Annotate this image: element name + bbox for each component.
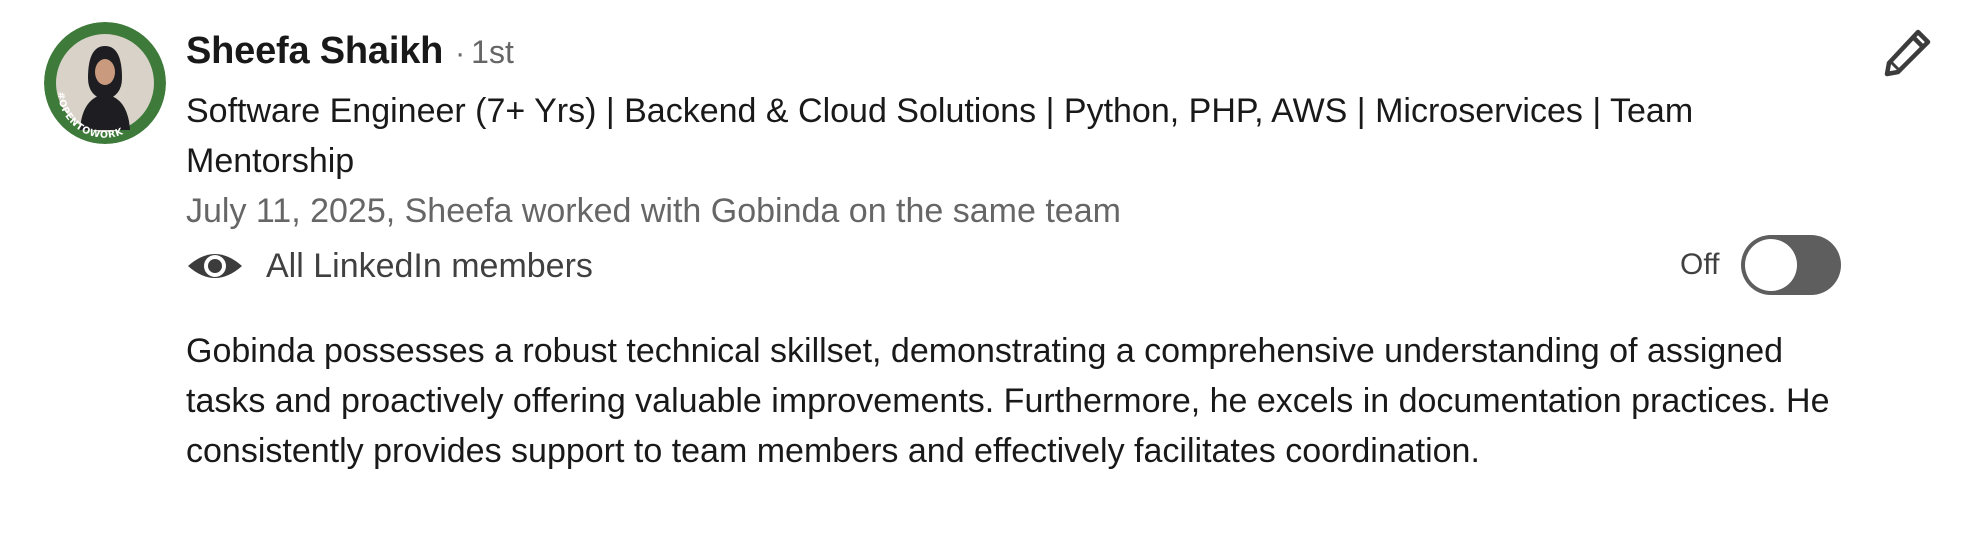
- edit-recommendation-button[interactable]: [1880, 26, 1936, 82]
- recommender-header: Sheefa Shaikh · 1st: [186, 30, 514, 80]
- avatar[interactable]: #OPENTOWORK: [44, 22, 166, 144]
- recommendation-card: #OPENTOWORK Sheefa Shaikh · 1st Software…: [0, 0, 1976, 548]
- visibility-setting: All LinkedIn members: [186, 241, 593, 291]
- toggle-knob: [1745, 239, 1798, 291]
- open-to-work-avatar-image: #OPENTOWORK: [44, 22, 166, 144]
- recommender-headline: Software Engineer (7+ Yrs) | Backend & C…: [186, 92, 1694, 180]
- connection-degree: 1st: [471, 34, 514, 70]
- visibility-toggle-group: Off: [1680, 234, 1842, 296]
- recommendation-text: Gobinda possesses a robust technical ski…: [186, 332, 1830, 470]
- pencil-icon: [1882, 26, 1934, 83]
- toggle-state-label: Off: [1680, 248, 1720, 281]
- eye-icon: [186, 248, 244, 284]
- separator-dot: ·: [455, 37, 466, 70]
- visibility-toggle[interactable]: [1741, 235, 1842, 295]
- recommendation-meta: July 11, 2025, Sheefa worked with Gobind…: [186, 192, 1121, 230]
- recommender-name[interactable]: Sheefa Shaikh: [186, 30, 443, 73]
- visibility-label: All LinkedIn members: [266, 246, 593, 285]
